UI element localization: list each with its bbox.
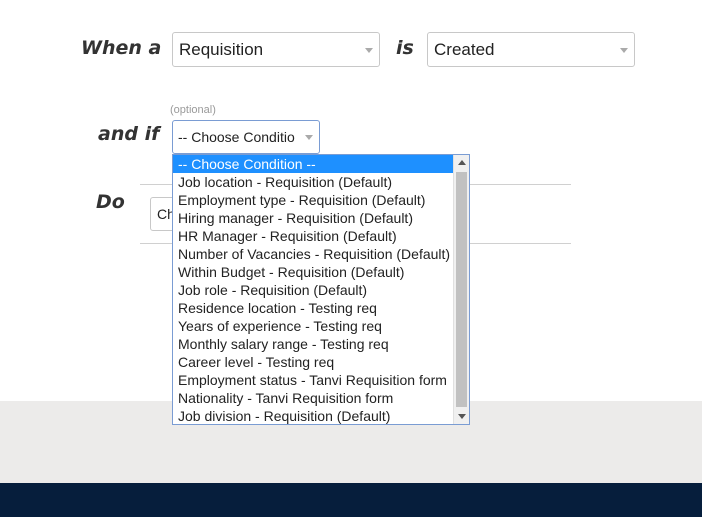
dropdown-option[interactable]: Number of Vacancies - Requisition (Defau… <box>173 245 454 263</box>
dropdown-option[interactable]: Nationality - Tanvi Requisition form <box>173 389 454 407</box>
dropdown-option[interactable]: Career level - Testing req <box>173 353 454 371</box>
and-if-label: and if <box>98 123 160 145</box>
is-label: is <box>396 37 414 59</box>
dropdown-option[interactable]: Within Budget - Requisition (Default) <box>173 263 454 281</box>
dropdown-option[interactable]: Job role - Requisition (Default) <box>173 281 454 299</box>
dropdown-option[interactable]: Job division - Requisition (Default) <box>173 407 454 424</box>
dropdown-option[interactable]: Monthly salary range - Testing req <box>173 335 454 353</box>
dropdown-option[interactable]: Employment status - Tanvi Requisition fo… <box>173 371 454 389</box>
footer <box>0 483 702 517</box>
dropdown-option[interactable]: Residence location - Testing req <box>173 299 454 317</box>
dropdown-option[interactable]: -- Choose Condition -- <box>173 155 454 173</box>
condition-select[interactable]: -- Choose Conditio <box>172 120 320 154</box>
dropdown-option[interactable]: Job location - Requisition (Default) <box>173 173 454 191</box>
chevron-down-icon <box>365 47 373 53</box>
scroll-up-icon[interactable] <box>458 160 466 165</box>
dropdown-option[interactable]: Employment type - Requisition (Default) <box>173 191 454 209</box>
dropdown-option[interactable]: Hiring manager - Requisition (Default) <box>173 209 454 227</box>
entity-select[interactable]: Requisition <box>172 32 380 67</box>
chevron-down-icon <box>305 135 313 140</box>
event-select[interactable]: Created <box>427 32 635 67</box>
entity-select-value: Requisition <box>179 39 264 59</box>
dropdown-scrollbar[interactable] <box>453 155 469 424</box>
chevron-down-icon <box>620 47 628 53</box>
condition-dropdown-list[interactable]: -- Choose Condition -- Job location - Re… <box>172 154 470 425</box>
when-label: When a <box>81 37 162 59</box>
dropdown-option[interactable]: HR Manager - Requisition (Default) <box>173 227 454 245</box>
dropdown-option[interactable]: Years of experience - Testing req <box>173 317 454 335</box>
optional-hint: (optional) <box>170 104 216 116</box>
event-select-value: Created <box>434 39 495 59</box>
scrollbar-thumb[interactable] <box>456 172 467 407</box>
condition-select-value: -- Choose Conditio <box>178 129 295 145</box>
do-label: Do <box>96 191 125 213</box>
scroll-down-icon[interactable] <box>458 414 466 419</box>
